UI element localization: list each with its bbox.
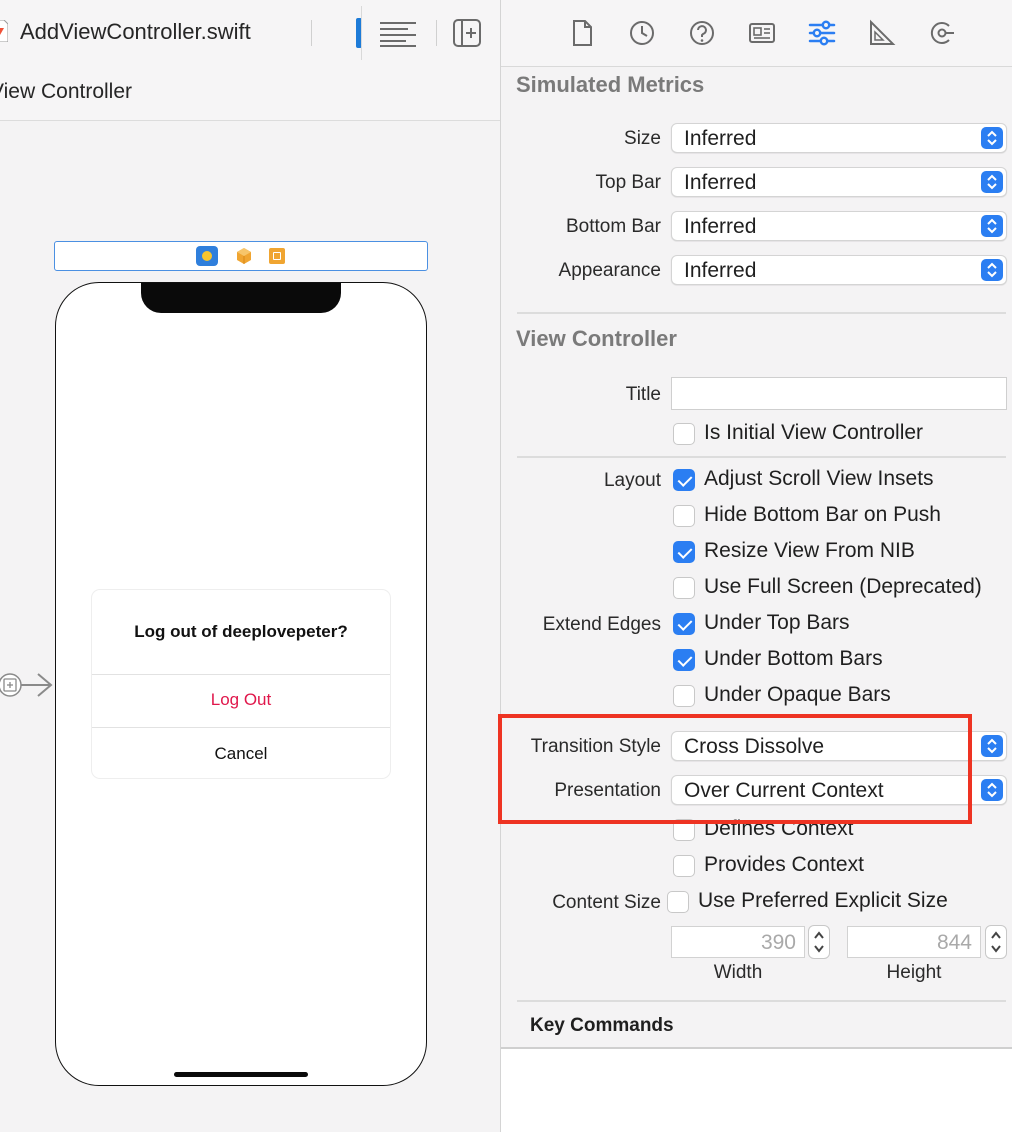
bottom-bar-popup[interactable]: Inferred	[671, 211, 1007, 241]
under-top-bars-label: Under Top Bars	[704, 611, 850, 634]
title-input[interactable]	[671, 377, 1007, 410]
logout-alert[interactable]: Log out of deeplovepeter? Log Out Cancel	[92, 590, 390, 778]
inspector-tab-bar	[501, 0, 1012, 67]
under-bottom-bars-label: Under Bottom Bars	[704, 647, 883, 670]
full-screen-label: Use Full Screen (Deprecated)	[704, 575, 982, 598]
scene-dock[interactable]	[54, 241, 428, 271]
under-opaque-bars-label: Under Opaque Bars	[704, 683, 891, 706]
full-screen-checkbox[interactable]	[673, 577, 695, 599]
file-inspector-icon[interactable]	[567, 18, 597, 48]
hide-bottom-bar-checkbox[interactable]	[673, 505, 695, 527]
view-controller-icon[interactable]	[196, 246, 218, 266]
extend-edges-label: Extend Edges	[542, 614, 661, 635]
width-field[interactable]: 390	[671, 926, 805, 958]
popup-chevrons-icon	[981, 779, 1003, 801]
appearance-value: Inferred	[684, 259, 757, 282]
view-controller-heading: View Controller	[516, 326, 677, 351]
under-top-bars-checkbox[interactable]	[673, 613, 695, 635]
editor-area: AddViewController.swift View Controller	[0, 0, 500, 1132]
home-indicator	[174, 1072, 308, 1077]
appearance-label: Appearance	[558, 260, 661, 281]
top-bar-label: Top Bar	[595, 172, 661, 193]
adjust-scroll-checkbox[interactable]	[673, 469, 695, 491]
alert-title: Log out of deeplovepeter?	[134, 622, 348, 641]
bottom-bar-label: Bottom Bar	[565, 216, 661, 237]
popup-chevrons-icon	[981, 215, 1003, 237]
add-editor-icon[interactable]	[452, 18, 482, 48]
swift-file-icon	[0, 20, 8, 42]
initial-entry-arrow-icon[interactable]	[0, 669, 58, 701]
under-opaque-bars-checkbox[interactable]	[673, 685, 695, 707]
size-inspector-icon[interactable]	[867, 18, 897, 48]
bottom-bar-value: Inferred	[684, 215, 757, 238]
section-divider	[517, 312, 1006, 314]
adjust-scroll-label: Adjust Scroll View Insets	[704, 467, 934, 490]
exit-icon[interactable]	[269, 248, 285, 264]
is-initial-label: Is Initial View Controller	[704, 421, 924, 444]
logout-button[interactable]: Log Out	[92, 690, 390, 710]
width-stepper[interactable]	[808, 925, 830, 959]
file-tab-title[interactable]: AddViewController.swift	[20, 19, 251, 45]
top-bar-popup[interactable]: Inferred	[671, 167, 1007, 197]
content-size-label: Content Size	[552, 892, 661, 913]
stepper-arrows-icon	[814, 931, 824, 953]
editor-options-icon[interactable]	[378, 18, 418, 48]
first-responder-icon[interactable]	[236, 247, 252, 265]
attributes-inspector: Simulated Metrics Size Inferred Top Bar …	[501, 0, 1012, 1132]
height-stepper[interactable]	[985, 925, 1007, 959]
size-label: Size	[624, 128, 661, 149]
popup-chevrons-icon	[981, 127, 1003, 149]
popup-chevrons-icon	[981, 735, 1003, 757]
size-value: Inferred	[684, 127, 757, 150]
alert-divider	[92, 727, 390, 728]
resize-from-nib-checkbox[interactable]	[673, 541, 695, 563]
device-notch	[141, 283, 341, 313]
help-inspector-icon[interactable]	[687, 18, 717, 48]
stepper-arrows-icon	[991, 931, 1001, 953]
cancel-button[interactable]: Cancel	[92, 744, 390, 764]
scene-header: View Controller	[0, 66, 500, 121]
width-caption: Width	[713, 962, 763, 983]
is-initial-checkbox[interactable]	[673, 423, 695, 445]
alert-divider	[92, 674, 390, 675]
height-caption: Height	[886, 962, 942, 983]
popup-chevrons-icon	[981, 259, 1003, 281]
key-commands-title: Key Commands	[530, 1015, 674, 1036]
top-bar-value: Inferred	[684, 171, 757, 194]
layout-label: Layout	[603, 470, 661, 491]
resize-from-nib-label: Resize View From NIB	[704, 539, 915, 562]
key-commands-table[interactable]	[501, 1049, 1012, 1132]
editor-tab-bar: AddViewController.swift	[0, 0, 500, 67]
annotation-highlight-box	[498, 714, 972, 824]
toolbar-divider	[436, 20, 437, 46]
history-inspector-icon[interactable]	[627, 18, 657, 48]
height-value: 844	[936, 931, 972, 954]
connections-inspector-icon[interactable]	[927, 18, 957, 48]
attributes-inspector-icon[interactable]	[807, 18, 837, 48]
title-label: Title	[625, 384, 661, 405]
popup-chevrons-icon	[981, 171, 1003, 193]
tab-divider	[311, 20, 312, 46]
under-bottom-bars-checkbox[interactable]	[673, 649, 695, 671]
simulated-metrics-heading: Simulated Metrics	[516, 72, 705, 97]
provides-context-checkbox[interactable]	[673, 855, 695, 877]
key-commands-header[interactable]: Key Commands	[501, 1005, 1012, 1049]
section-divider	[517, 456, 1006, 458]
width-value: 390	[760, 931, 796, 954]
scene-title[interactable]: View Controller	[0, 80, 132, 104]
preferred-size-checkbox[interactable]	[667, 891, 689, 913]
provides-context-label: Provides Context	[704, 853, 864, 876]
hide-bottom-bar-label: Hide Bottom Bar on Push	[704, 503, 941, 526]
appearance-popup[interactable]: Inferred	[671, 255, 1007, 285]
section-divider	[517, 1000, 1006, 1002]
toolbar-divider	[361, 6, 362, 60]
preferred-size-label: Use Preferred Explicit Size	[698, 889, 948, 912]
identity-inspector-icon[interactable]	[747, 18, 777, 48]
height-field[interactable]: 844	[847, 926, 981, 958]
size-popup[interactable]: Inferred	[671, 123, 1007, 153]
